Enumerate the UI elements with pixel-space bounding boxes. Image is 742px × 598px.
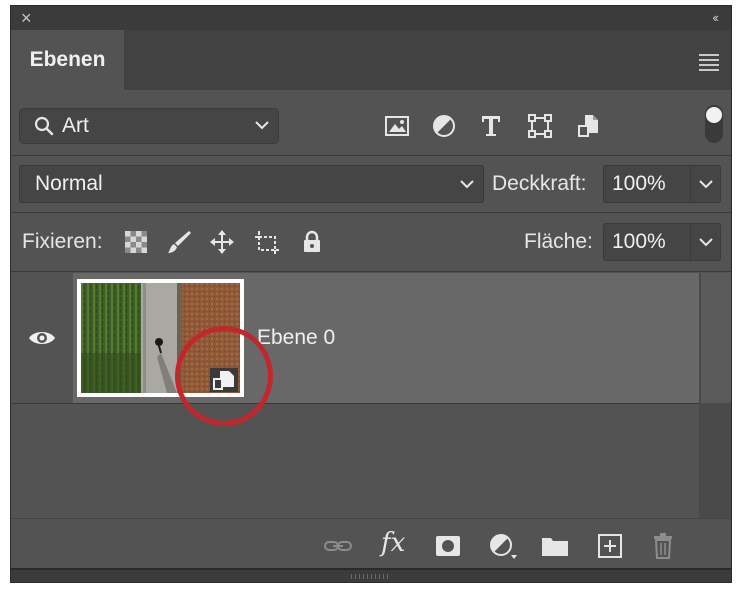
lock-label: Fixieren: <box>22 230 103 253</box>
layer-name[interactable]: Ebene 0 <box>257 326 335 350</box>
eye-icon <box>29 332 55 344</box>
filter-toggle[interactable] <box>705 105 723 143</box>
opacity-dropdown[interactable] <box>691 165 721 203</box>
chevron-down-icon <box>699 238 713 247</box>
lock-transparent-pixels-icon[interactable] <box>123 229 149 255</box>
new-layer-icon[interactable] <box>595 533 625 559</box>
layer-thumbnail-image <box>81 283 240 393</box>
tab-layers[interactable]: Ebenen <box>11 30 124 90</box>
visibility-toggle[interactable] <box>11 273 73 403</box>
divider <box>11 155 731 156</box>
panel-titlebar: × ‹‹ <box>11 6 731 30</box>
layers-list: Ebene 0 <box>11 273 731 518</box>
toggle-knob <box>706 107 722 123</box>
link-layers-icon[interactable] <box>323 533 353 559</box>
chevron-down-icon <box>255 121 269 130</box>
divider <box>11 212 731 213</box>
tab-bar: Ebenen <box>11 30 731 90</box>
lock-all-icon[interactable] <box>299 229 325 255</box>
lock-position-icon[interactable] <box>209 229 235 255</box>
shape-filter-icon[interactable] <box>526 113 554 139</box>
chevron-down-icon <box>460 180 474 189</box>
adjustment-layer-icon[interactable] <box>487 533 517 559</box>
layer-row[interactable]: Ebene 0 <box>11 273 699 404</box>
filter-type-label: Art <box>62 114 89 137</box>
add-mask-icon[interactable] <box>433 533 463 559</box>
lock-artboard-icon[interactable] <box>254 229 280 255</box>
search-icon <box>34 116 54 136</box>
image-filter-icon[interactable] <box>383 113 411 139</box>
fill-label: Fläche: <box>524 230 593 253</box>
delete-layer-icon[interactable] <box>648 533 678 559</box>
fill-input[interactable]: 100% <box>603 223 691 261</box>
type-filter-icon[interactable] <box>477 113 505 139</box>
panel-footer: fx <box>11 518 731 569</box>
close-icon[interactable]: × <box>21 9 32 27</box>
lock-image-pixels-icon[interactable] <box>166 229 192 255</box>
opacity-label: Deckkraft: <box>492 172 587 195</box>
panel-resize-grip[interactable] <box>11 568 731 582</box>
blend-mode-select[interactable]: Normal <box>19 165 484 203</box>
collapse-icon[interactable]: ‹‹ <box>712 10 719 25</box>
new-group-icon[interactable] <box>540 533 570 559</box>
blend-mode-value: Normal <box>35 172 103 195</box>
layer-thumbnail[interactable] <box>77 279 244 397</box>
smart-object-filter-icon[interactable] <box>575 113 603 139</box>
adjustment-filter-icon[interactable] <box>430 113 458 139</box>
filter-type-select[interactable]: Art <box>19 108 279 144</box>
fill-dropdown[interactable] <box>691 223 721 261</box>
panel-menu-icon[interactable] <box>699 54 719 71</box>
chevron-down-icon <box>699 180 713 189</box>
layers-panel: × ‹‹ Ebenen Art Normal Deckkraft: 100% F… <box>10 5 732 583</box>
grip-dots <box>351 574 391 579</box>
aerial-photo-image <box>81 283 240 393</box>
fx-label: fx <box>381 528 406 558</box>
fx-icon[interactable]: fx <box>381 528 411 558</box>
scrollbar-thumb[interactable] <box>701 273 731 403</box>
opacity-input[interactable]: 100% <box>603 165 691 203</box>
divider <box>11 271 731 272</box>
